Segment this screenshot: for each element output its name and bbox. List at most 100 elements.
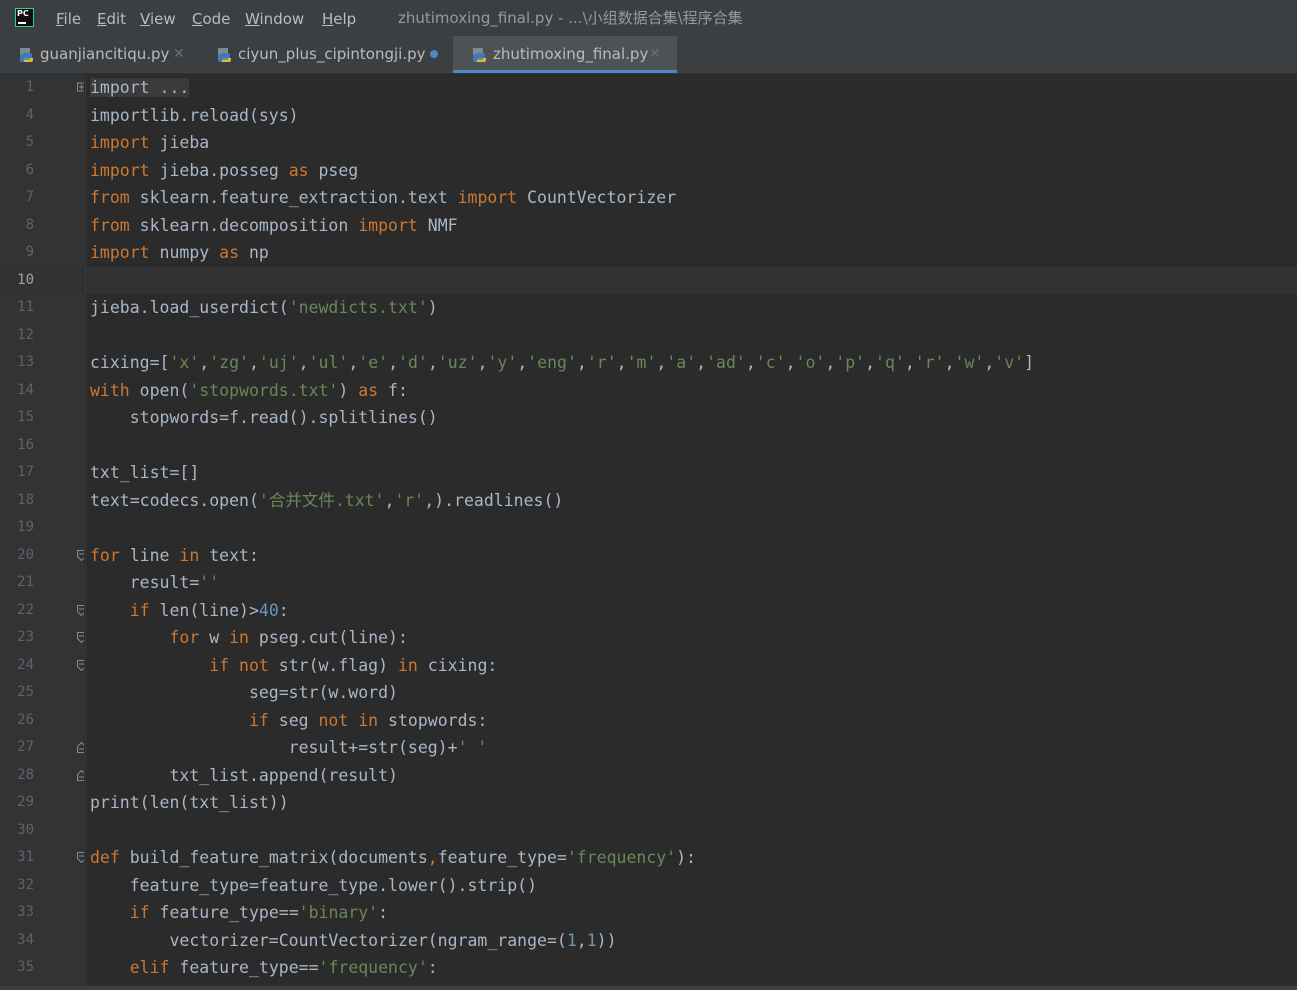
line-number: 1 xyxy=(25,79,34,95)
code-line[interactable]: txt_list=[] xyxy=(90,459,199,486)
code-token: build_feature_matrix(documents xyxy=(119,848,428,867)
string-token: ' ' xyxy=(457,738,488,757)
string-token: 'eng' xyxy=(527,353,577,372)
line-number: 35 xyxy=(17,959,34,975)
code-token: , xyxy=(865,353,876,372)
code-token: feature_type=feature_type.lower().strip(… xyxy=(90,876,538,895)
code-token: stopwords: xyxy=(378,711,488,730)
code-line[interactable]: vectorizer=CountVectorizer(ngram_range=(… xyxy=(90,927,617,954)
line-number: 26 xyxy=(17,712,34,728)
python-file-icon xyxy=(473,48,486,62)
code-line[interactable]: import ... xyxy=(90,74,190,101)
tab-ciyun-plus-cipintongji[interactable]: ciyun_plus_cipintongji.py xyxy=(216,36,448,72)
string-token: 'p' xyxy=(835,353,866,372)
string-token: 'frequency' xyxy=(318,958,428,977)
line-number: 7 xyxy=(25,189,34,205)
keyword-token: import xyxy=(90,161,150,180)
code-line[interactable]: result='' xyxy=(90,569,219,596)
code-token: , xyxy=(696,353,707,372)
code-token: cixing: xyxy=(417,656,498,675)
code-line[interactable]: seg=str(w.word) xyxy=(90,679,398,706)
code-line[interactable]: import jieba xyxy=(90,129,209,156)
code-token: vectorizer=CountVectorizer(ngram_range=( xyxy=(90,931,567,950)
menu-window[interactable]: Window xyxy=(245,9,304,29)
code-token: , xyxy=(298,353,309,372)
line-number: 19 xyxy=(17,519,34,535)
code-token: sklearn.feature_extraction.text xyxy=(129,188,458,207)
line-number: 24 xyxy=(17,657,34,673)
string-token: 'stopwords.txt' xyxy=(189,381,339,400)
string-token: 'r' xyxy=(394,491,425,510)
code-token: , xyxy=(199,353,210,372)
code-token: , xyxy=(388,353,399,372)
line-number: 18 xyxy=(17,492,34,508)
close-icon[interactable]: ✕ xyxy=(173,36,185,72)
keyword-token: from xyxy=(90,188,130,207)
code-line[interactable]: if len(line)>40: xyxy=(90,597,289,624)
keyword-token: from xyxy=(90,216,130,235)
folded-imports-placeholder[interactable]: import ... xyxy=(90,78,190,97)
code-line[interactable]: if feature_type=='binary': xyxy=(90,899,388,926)
code-token: feature_type= xyxy=(437,848,567,867)
code-line[interactable]: print(len(txt_list)) xyxy=(90,789,289,816)
code-line[interactable]: import jieba.posseg as pseg xyxy=(90,157,358,184)
line-number: 25 xyxy=(17,684,34,700)
string-token: 'newdicts.txt' xyxy=(288,298,428,317)
tab-label: ciyun_plus_cipintongji.py xyxy=(238,45,426,63)
code-token: txt_list=[] xyxy=(90,463,200,482)
code-line[interactable]: jieba.load_userdict('newdicts.txt') xyxy=(90,294,438,321)
code-token: txt_list.append(result) xyxy=(90,766,398,785)
code-token: )) xyxy=(596,931,617,950)
code-line[interactable]: if not str(w.flag) in cixing: xyxy=(90,652,497,679)
code-token: pseg xyxy=(308,161,359,180)
code-line[interactable]: for w in pseg.cut(line): xyxy=(90,624,407,651)
menu-file[interactable]: File xyxy=(56,9,81,29)
line-number: 8 xyxy=(25,217,34,233)
tab-label: zhutimoxing_final.py xyxy=(493,45,649,63)
number-token: 40 xyxy=(258,601,279,620)
line-number-gutter[interactable]: 1 4 5 6 7 8 9 10 11 12 13 14 15 16 17 18 19 20 21 22 23 24 25 2… xyxy=(0,74,86,990)
code-line[interactable]: for line in text: xyxy=(90,542,259,569)
code-token: text=codecs.open( xyxy=(90,491,259,510)
tab-zhutimoxing-final[interactable]: zhutimoxing_final.py ✕ xyxy=(453,36,677,73)
code-line[interactable]: text=codecs.open('合并文件.txt','r',).readli… xyxy=(90,487,563,514)
menu-code[interactable]: Code xyxy=(192,9,230,29)
keyword-token: if xyxy=(129,601,150,620)
code-line[interactable]: import numpy as np xyxy=(90,239,269,266)
menu-edit[interactable]: Edit xyxy=(97,9,126,29)
keyword-token: if xyxy=(129,903,150,922)
keyword-token: not in xyxy=(318,711,379,730)
code-token: : xyxy=(378,903,389,922)
code-line[interactable]: with open('stopwords.txt') as f: xyxy=(90,377,408,404)
menu-view[interactable]: View xyxy=(140,9,176,29)
code-token: numpy xyxy=(149,243,220,262)
pycharm-logo-icon[interactable]: PC xyxy=(15,8,34,27)
code-token: , xyxy=(656,353,667,372)
code-token: NMF xyxy=(417,216,458,235)
code-line[interactable]: elif feature_type=='frequency': xyxy=(90,954,438,981)
code-line[interactable]: cixing=['x','zg','uj','ul','e','d','uz',… xyxy=(90,349,1034,376)
string-token: 'frequency' xyxy=(566,848,677,867)
code-line[interactable]: def build_feature_matrix(documents,featu… xyxy=(90,844,696,871)
keyword-token: import xyxy=(90,243,150,262)
code-token: str(w.flag) xyxy=(268,656,398,675)
string-token: 'x' xyxy=(169,353,200,372)
code-line[interactable]: txt_list.append(result) xyxy=(90,762,398,789)
menu-help[interactable]: Help xyxy=(322,9,356,29)
code-line[interactable]: stopwords=f.read().splitlines() xyxy=(90,404,438,431)
horizontal-scrollbar[interactable] xyxy=(0,986,1297,990)
code-line[interactable]: feature_type=feature_type.lower().strip(… xyxy=(90,872,537,899)
close-icon[interactable]: ✕ xyxy=(649,36,661,72)
code-line[interactable]: importlib.reload(sys) xyxy=(90,102,299,129)
line-number: 5 xyxy=(25,134,34,150)
code-line[interactable]: from sklearn.feature_extraction.text imp… xyxy=(90,184,676,211)
code-token: , xyxy=(616,353,627,372)
code-editor[interactable]: import ... importlib.reload(sys) import ji… xyxy=(84,74,1297,990)
code-line[interactable]: from sklearn.decomposition import NMF xyxy=(90,212,458,239)
code-line[interactable]: if seg not in stopwords: xyxy=(90,707,487,734)
code-line[interactable]: result+=str(seg)+' ' xyxy=(90,734,488,761)
tab-guanjiancitiqu[interactable]: guanjiancitiqu.py ✕ xyxy=(18,36,208,72)
editor-tab-bar: guanjiancitiqu.py ✕ ciyun_plus_cipintong… xyxy=(0,36,1297,74)
